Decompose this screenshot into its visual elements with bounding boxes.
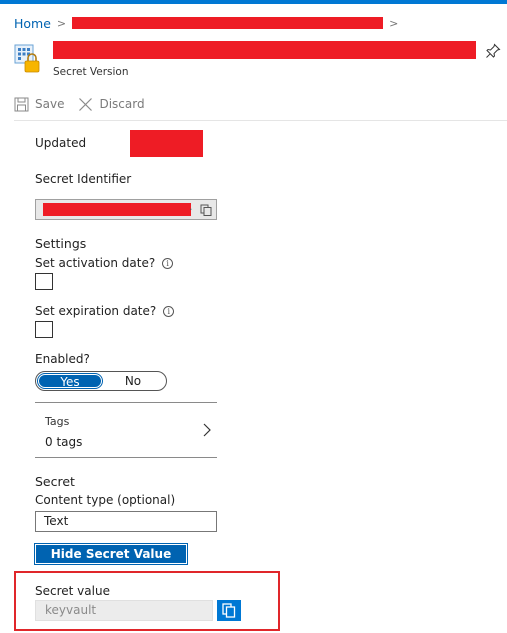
breadcrumb-redacted-item[interactable] (72, 17, 384, 29)
breadcrumb-separator: > (56, 16, 67, 30)
info-icon[interactable]: i (162, 258, 174, 269)
secret-identifier-suffix: . (189, 200, 193, 213)
activation-date-checkbox[interactable] (35, 273, 53, 290)
content-type-label: Content type (optional) (35, 493, 176, 507)
enabled-no-option[interactable]: No (102, 374, 164, 388)
enabled-label: Enabled? (35, 352, 90, 366)
page-subtitle: Secret Version (53, 66, 129, 78)
save-button[interactable]: Save (14, 97, 64, 112)
blade-header: Secret Version (14, 40, 507, 84)
tags-count: 0 tags (45, 435, 83, 449)
tags-label: Tags (45, 415, 70, 428)
content-type-input[interactable]: Text (35, 511, 217, 532)
secret-identifier-label: Secret Identifier (35, 172, 132, 186)
save-icon (14, 97, 29, 111)
secret-heading: Secret (35, 474, 75, 489)
breadcrumb: Home > > (14, 14, 404, 32)
expiration-date-label-text: Set expiration date? (35, 304, 157, 318)
settings-heading: Settings (35, 236, 87, 251)
tags-row[interactable]: Tags 0 tags (35, 402, 217, 458)
updated-value-redacted (130, 130, 203, 157)
copy-secret-button[interactable] (217, 600, 241, 621)
copy-icon (222, 603, 236, 618)
discard-button-label: Discard (99, 97, 145, 111)
hide-secret-value-button[interactable]: Hide Secret Value (34, 543, 188, 565)
enabled-yes-option[interactable]: Yes (37, 373, 103, 389)
secret-identifier-redacted (43, 203, 191, 216)
expiration-date-label: Set expiration date? i (35, 304, 175, 318)
key-vault-icon (14, 44, 40, 73)
expiration-date-checkbox[interactable] (35, 321, 53, 338)
updated-label: Updated (35, 136, 87, 150)
top-accent-bar (0, 0, 507, 4)
secret-value-label: Secret value (35, 584, 110, 598)
secret-identifier-field[interactable]: . (35, 199, 217, 220)
page-title-redacted (53, 41, 476, 59)
breadcrumb-separator-trailing: > (389, 16, 399, 30)
save-button-label: Save (35, 97, 65, 111)
pin-icon[interactable] (484, 42, 502, 60)
secret-value-field[interactable]: keyvault (35, 600, 213, 621)
chevron-right-icon (203, 423, 211, 437)
info-icon[interactable]: i (163, 306, 175, 317)
activation-date-label-text: Set activation date? (35, 256, 156, 270)
breadcrumb-home-link[interactable]: Home (14, 16, 51, 31)
toolbar-divider (14, 120, 507, 121)
close-icon (79, 97, 93, 111)
discard-button[interactable]: Discard (78, 97, 145, 112)
copy-icon[interactable] (200, 204, 212, 216)
activation-date-label: Set activation date? i (35, 256, 174, 270)
enabled-toggle: Yes No (35, 371, 167, 391)
command-toolbar: Save Discard (14, 94, 159, 114)
